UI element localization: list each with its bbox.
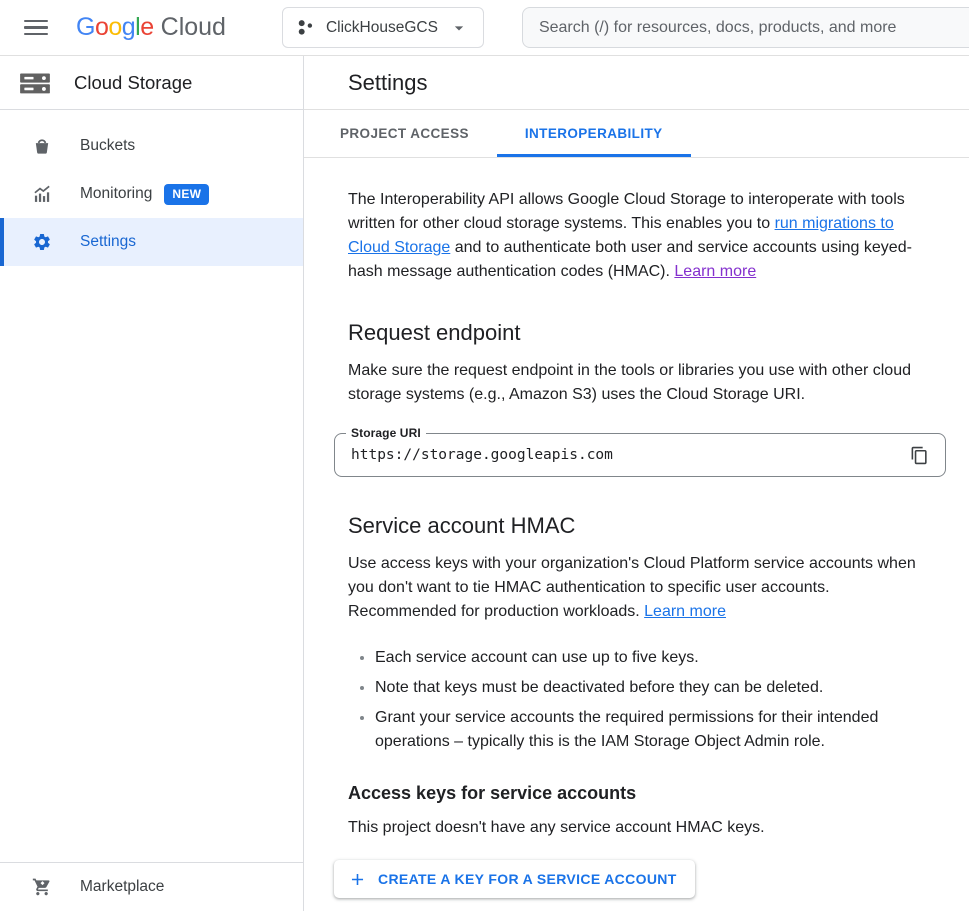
list-item: Note that keys must be deactivated befor…: [375, 676, 947, 700]
product-title: Cloud Storage: [74, 72, 192, 94]
gear-icon: [31, 232, 53, 252]
project-name: ClickHouseGCS: [326, 19, 438, 37]
tab-content: The Interoperability API allows Google C…: [304, 158, 969, 898]
sidebar-item-monitoring[interactable]: Monitoring NEW: [0, 170, 303, 218]
sidebar-item-label: Monitoring: [80, 185, 152, 203]
sidebar-footer: Marketplace: [0, 862, 303, 911]
page-header: Settings: [304, 56, 969, 110]
sidebar-item-marketplace[interactable]: Marketplace: [0, 863, 303, 911]
logo-google-text: Google: [76, 13, 154, 42]
menu-icon[interactable]: [24, 18, 50, 38]
tab-interoperability[interactable]: INTEROPERABILITY: [497, 110, 691, 157]
service-account-hmac-heading: Service account HMAC: [348, 513, 947, 539]
service-account-hmac-paragraph: Use access keys with your organization's…: [348, 552, 920, 624]
sidebar-item-label: Marketplace: [80, 878, 164, 896]
tab-project-access[interactable]: PROJECT ACCESS: [312, 110, 497, 157]
storage-uri-label: Storage URI: [346, 426, 426, 440]
copy-icon: [910, 446, 929, 465]
search-bar: [522, 7, 969, 48]
create-key-button[interactable]: CREATE A KEY FOR A SERVICE ACCOUNT: [334, 860, 695, 898]
sidebar-item-label: Settings: [80, 233, 136, 251]
sidebar-item-label: Buckets: [80, 137, 135, 155]
cloud-storage-icon: [18, 66, 52, 100]
sidebar-nav: Buckets Monitoring NEW: [0, 110, 303, 266]
tab-bar: PROJECT ACCESS INTEROPERABILITY: [304, 110, 969, 158]
plus-icon: [348, 870, 367, 889]
learn-more-link-intro[interactable]: Learn more: [674, 263, 756, 280]
copy-button[interactable]: [903, 439, 935, 471]
learn-more-link-hmac[interactable]: Learn more: [644, 603, 726, 620]
access-keys-empty-note: This project doesn't have any service ac…: [348, 816, 920, 840]
top-bar: Google Cloud ClickHouseGCS: [0, 0, 969, 56]
page-title: Settings: [348, 70, 428, 96]
storage-uri-field[interactable]: Storage URI https://storage.googleapis.c…: [334, 433, 946, 477]
sidebar: Cloud Storage Buckets: [0, 56, 304, 911]
list-item: Grant your service accounts the required…: [375, 706, 947, 754]
bucket-icon: [31, 136, 53, 156]
intro-paragraph: The Interoperability API allows Google C…: [348, 188, 920, 284]
google-cloud-logo[interactable]: Google Cloud: [76, 13, 226, 42]
sidebar-product-header: Cloud Storage: [0, 56, 303, 110]
sidebar-item-settings[interactable]: Settings: [0, 218, 303, 266]
cart-icon: [31, 877, 53, 897]
create-key-button-label: CREATE A KEY FOR A SERVICE ACCOUNT: [378, 871, 677, 887]
request-endpoint-heading: Request endpoint: [348, 320, 947, 346]
chevron-down-icon: [449, 18, 469, 38]
list-item: Each service account can use up to five …: [375, 646, 947, 670]
project-selector[interactable]: ClickHouseGCS: [282, 7, 484, 48]
search-input[interactable]: [522, 7, 969, 48]
new-badge: NEW: [164, 184, 209, 205]
request-endpoint-paragraph: Make sure the request endpoint in the to…: [348, 359, 920, 407]
monitoring-icon: [31, 184, 53, 204]
sidebar-item-buckets[interactable]: Buckets: [0, 122, 303, 170]
access-keys-heading: Access keys for service accounts: [348, 783, 947, 804]
project-dots-icon: [296, 18, 315, 37]
hmac-bullet-list: Each service account can use up to five …: [348, 646, 947, 754]
storage-uri-value: https://storage.googleapis.com: [351, 447, 903, 463]
logo-cloud-text: Cloud: [161, 13, 226, 42]
main-panel: Settings PROJECT ACCESS INTEROPERABILITY…: [304, 56, 969, 911]
